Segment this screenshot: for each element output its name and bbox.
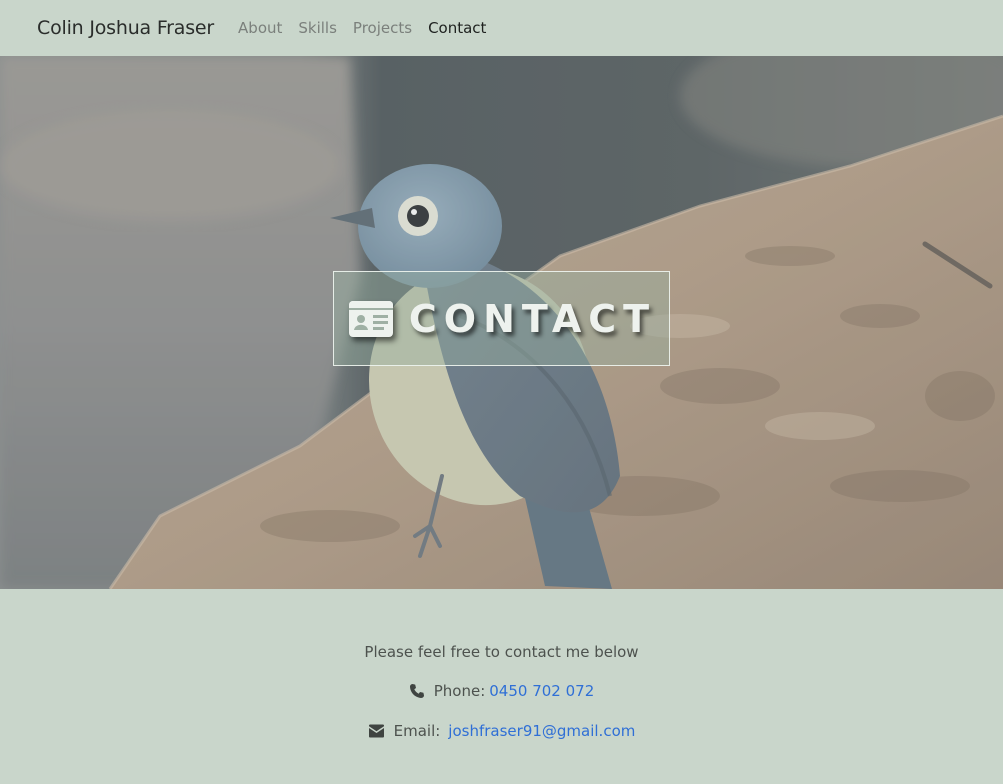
phone-label: Phone: (433, 682, 486, 700)
nav-link-contact[interactable]: Contact (428, 19, 486, 37)
navbar: Colin Joshua Fraser About Skills Project… (0, 0, 1003, 56)
brand-link[interactable]: Colin Joshua Fraser (37, 17, 214, 39)
nav-link-projects[interactable]: Projects (353, 19, 412, 37)
email-label: Email: (393, 722, 441, 740)
id-card-icon (348, 300, 393, 337)
phone-link[interactable]: 0450 702 072 (489, 682, 594, 700)
phone-icon (409, 684, 424, 698)
hero-banner: CONTACT (0, 56, 1003, 589)
email-row: Email: joshfraser91@gmail.com (0, 722, 1003, 740)
hero-title: CONTACT (408, 296, 657, 341)
nav-link-skills[interactable]: Skills (298, 19, 337, 37)
hero-title-box: CONTACT (333, 271, 670, 366)
contact-section: Please feel free to contact me below Pho… (0, 589, 1003, 784)
contact-intro: Please feel free to contact me below (364, 643, 639, 661)
envelope-icon (368, 724, 384, 738)
nav-link-about[interactable]: About (238, 19, 282, 37)
phone-row: Phone: 0450 702 072 (0, 682, 1003, 700)
email-link[interactable]: joshfraser91@gmail.com (448, 722, 635, 740)
